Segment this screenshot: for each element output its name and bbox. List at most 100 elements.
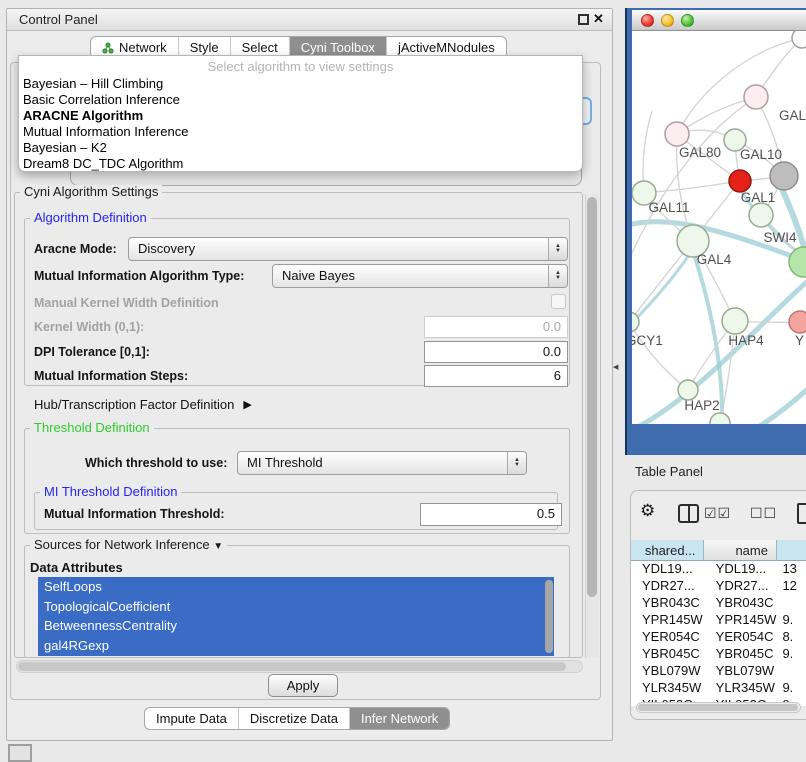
window-minimize-icon[interactable] [661, 14, 674, 27]
settings-hscrollbar-thumb[interactable] [18, 662, 566, 671]
mi-threshold-group-label: MI Threshold Definition [40, 485, 181, 499]
attributes-scrollbar-thumb[interactable] [545, 580, 553, 653]
table-row[interactable]: YBR045CYBR045C9. [631, 646, 806, 663]
tab-impute-data[interactable]: Impute Data [145, 708, 238, 729]
close-icon[interactable]: ✕ [593, 11, 604, 27]
table-cell[interactable] [777, 595, 806, 612]
mi-steps-input[interactable]: 6 [424, 365, 568, 387]
aracne-mode-select[interactable]: Discovery ▲▼ [128, 237, 568, 261]
network-icon [102, 42, 114, 54]
checked-pair-icon[interactable]: ☑☑ [704, 505, 731, 522]
dpi-tolerance-input[interactable]: 0.0 [424, 341, 568, 363]
expand-arrow-icon: ▶ [243, 398, 251, 411]
node-bottom-partial-node[interactable] [710, 413, 730, 424]
table-row[interactable]: YBL079WYBL079W [631, 663, 806, 680]
algorithm-option[interactable]: Dream8 DC_TDC Algorithm [19, 156, 582, 172]
table-cell[interactable]: 12 [777, 578, 806, 595]
table-cell[interactable]: YPR145W [631, 612, 705, 629]
table-cell[interactable] [777, 663, 806, 680]
collapse-arrow-icon: ▼ [213, 541, 223, 552]
network-edge [644, 181, 740, 193]
mi-threshold-input[interactable]: 0.5 [420, 503, 562, 526]
which-threshold-select[interactable]: MI Threshold ▲▼ [237, 451, 527, 475]
table-cell[interactable]: YBL079W [631, 663, 705, 680]
hap2-node[interactable] [678, 380, 698, 400]
gal7-node[interactable] [744, 85, 768, 109]
table-row[interactable]: YER054CYER054C8. [631, 629, 806, 646]
table-cell[interactable]: 9. [777, 612, 806, 629]
node-label: GAL10 [740, 147, 782, 162]
settings-vscrollbar-thumb[interactable] [587, 197, 597, 597]
table-cell[interactable]: YLR345W [705, 680, 778, 697]
table-cell[interactable]: YBR045C [631, 646, 705, 663]
table-cell[interactable]: YDR27... [705, 578, 778, 595]
apply-button[interactable]: Apply [268, 674, 338, 697]
window-zoom-icon[interactable] [681, 14, 694, 27]
node-green-right-node[interactable] [789, 247, 806, 277]
which-threshold-select-value: MI Threshold [247, 455, 323, 470]
table-row[interactable]: YBR043CYBR043C [631, 595, 806, 612]
data-attribute-item[interactable]: gal4RGexp [38, 636, 554, 656]
tab-infer-network[interactable]: Infer Network [349, 708, 449, 729]
table-cell[interactable]: YBR043C [705, 595, 778, 612]
hap4-node[interactable] [722, 308, 748, 334]
float-window-icon[interactable] [578, 14, 589, 25]
data-attribute-item[interactable]: TopologicalCoefficient [38, 597, 554, 617]
algorithm-option[interactable]: Mutual Information Inference [19, 124, 582, 140]
table-cell[interactable]: 13 [777, 561, 806, 578]
network-graph[interactable]: GALGAL80GAL10GAL1GAL11SWI4GAL4GCY1HAP4YH… [632, 31, 806, 424]
table-row[interactable]: YPR145WYPR145W9. [631, 612, 806, 629]
dpi-tolerance-label: DPI Tolerance [0,1]: [34, 345, 150, 360]
table-cell[interactable]: YER054C [631, 629, 705, 646]
column-header-third[interactable] [777, 540, 806, 561]
table-cell[interactable]: 8. [777, 629, 806, 646]
table-cell[interactable]: YDL19... [705, 561, 778, 578]
table-cell[interactable]: YDL19... [631, 561, 705, 578]
gal80-node[interactable] [665, 122, 689, 146]
gal1-node[interactable] [729, 170, 751, 192]
algorithm-option[interactable]: ARACNE Algorithm [19, 108, 582, 124]
table-cell[interactable]: YPR145W [705, 612, 778, 629]
split-columns-icon[interactable] [678, 504, 699, 523]
minimized-panel-icon[interactable] [8, 744, 32, 762]
table-row[interactable]: YDR27...YDR27...12 [631, 578, 806, 595]
split-divider-arrow-icon[interactable]: ◀ [613, 363, 618, 371]
kernel-width-input[interactable]: 0.0 [424, 316, 568, 338]
control-panel-titlebar[interactable]: Control Panel [7, 9, 612, 31]
algorithm-option[interactable]: Basic Correlation Inference [19, 92, 582, 108]
algorithm-option[interactable]: Bayesian – Hill Climbing [19, 76, 582, 92]
combo-stepper-icon: ▲▼ [548, 265, 567, 287]
column-header-name[interactable]: name [704, 540, 777, 561]
table-cell[interactable]: 9. [777, 646, 806, 663]
swi4-node[interactable] [749, 203, 773, 227]
network-window-titlebar[interactable] [632, 10, 806, 31]
table-cell[interactable]: YER054C [705, 629, 778, 646]
table-row[interactable]: YDL19...YDL19...13 [631, 561, 806, 578]
table-cell[interactable]: YBL079W [705, 663, 778, 680]
data-attribute-item[interactable]: BetweennessCentrality [38, 616, 554, 636]
document-icon[interactable] [797, 503, 806, 524]
gear-icon[interactable]: ⚙ [640, 501, 655, 521]
manual-kernel-checkbox[interactable] [551, 294, 566, 309]
screen: Control Panel ✕ Network Style Select Cy [0, 0, 806, 762]
table-cell[interactable]: YDR27... [631, 578, 705, 595]
algorithm-option[interactable]: Bayesian – K2 [19, 140, 582, 156]
table-cell[interactable]: YBR043C [631, 595, 705, 612]
table-row[interactable]: YLR345WYLR345W9. [631, 680, 806, 697]
window-close-icon[interactable] [641, 14, 654, 27]
hub-definition-toggle[interactable]: Hub/Transcription Factor Definition ▶ [34, 397, 252, 412]
column-header-shared-name[interactable]: shared... [631, 540, 704, 561]
table-cell[interactable]: 9. [777, 680, 806, 697]
table-hscrollbar-thumb[interactable] [638, 704, 798, 711]
unchecked-pair-icon[interactable]: ☐☐ [750, 505, 777, 522]
node-gray-node[interactable] [770, 162, 798, 190]
node-salmon-node[interactable] [789, 311, 806, 333]
mi-type-select[interactable]: Naive Bayes ▲▼ [272, 264, 568, 288]
data-attributes-list[interactable]: SelfLoopsTopologicalCoefficientBetweenne… [38, 577, 554, 656]
table-cell[interactable]: YLR345W [631, 680, 705, 697]
data-attribute-item[interactable]: SelfLoops [38, 577, 554, 597]
table-cell[interactable]: YBR045C [705, 646, 778, 663]
tab-discretize-data[interactable]: Discretize Data [238, 708, 349, 729]
sources-toggle[interactable]: Sources for Network Inference ▼ [30, 538, 227, 554]
node-label: GCY1 [632, 333, 663, 348]
